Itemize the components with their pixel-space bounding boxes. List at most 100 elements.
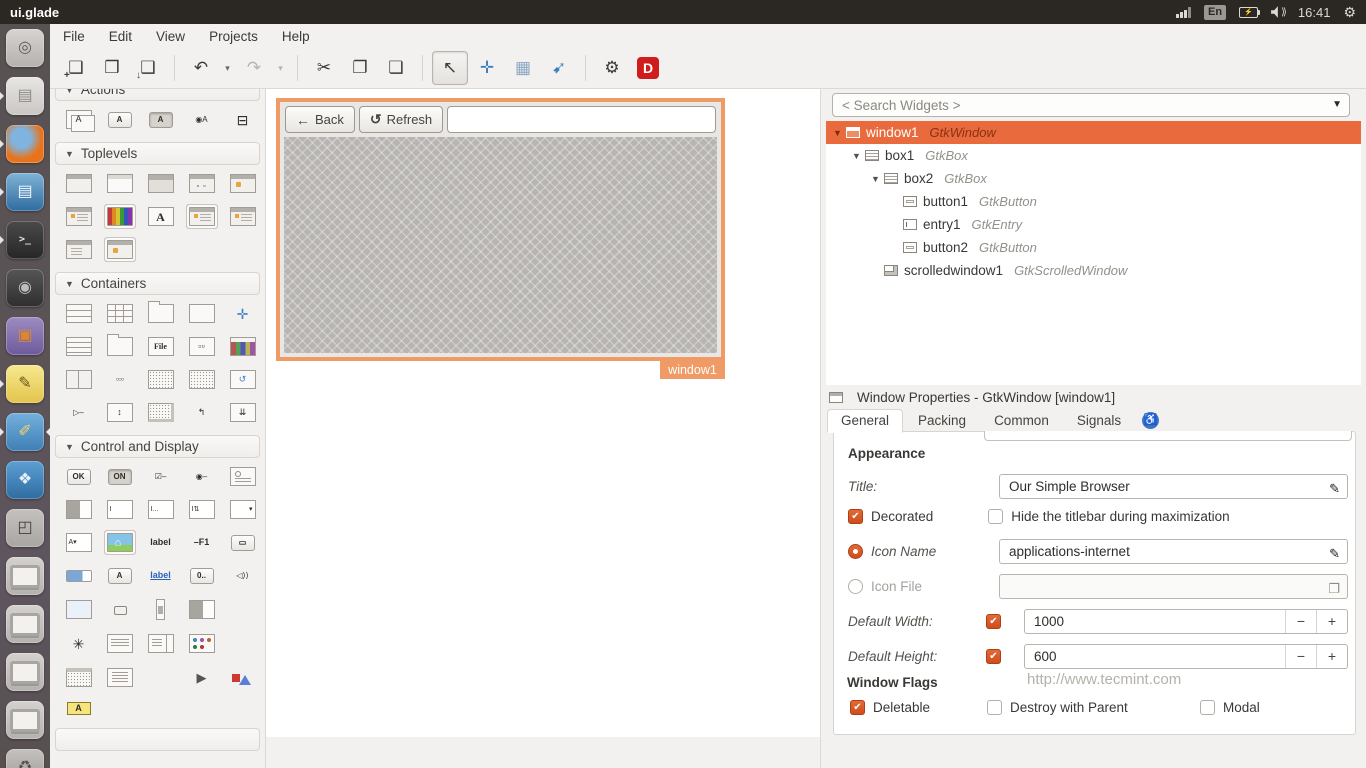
palette-item[interactable] (66, 240, 92, 259)
default-height-spinbutton[interactable]: 600 − + (1024, 644, 1348, 669)
launcher-item-terminal[interactable]: >_ (0, 216, 50, 264)
palette-item[interactable] (148, 634, 174, 653)
palette-item[interactable] (148, 304, 174, 323)
palette-item[interactable] (66, 207, 92, 226)
deletable-checkbox[interactable] (850, 700, 865, 715)
battery-icon[interactable]: ⚡ (1239, 7, 1258, 18)
palette-item[interactable]: ▭ (231, 535, 255, 551)
palette-item[interactable]: ▷– (66, 403, 92, 422)
palette-item[interactable]: ON (108, 469, 132, 485)
palette-item[interactable]: A (108, 112, 132, 128)
menu-view[interactable]: View (156, 29, 185, 44)
menu-file[interactable]: File (63, 29, 85, 44)
designed-window[interactable]: ← Back ↺ Refresh (276, 98, 725, 361)
palette-item[interactable] (66, 337, 92, 356)
palette-item[interactable]: ◉A (189, 110, 215, 129)
palette-item[interactable] (66, 600, 92, 619)
palette-item[interactable]: File (148, 337, 174, 356)
launcher-item-dash-home[interactable]: ◎ (0, 24, 50, 72)
launcher-item-firefox[interactable] (0, 120, 50, 168)
toolbar-edit-alignment-button[interactable]: ➹ (542, 52, 576, 84)
palette-item[interactable] (189, 634, 215, 653)
toolbar-cut-button[interactable]: ✂ (307, 52, 341, 84)
default-width-spinbutton[interactable]: 1000 − + (1024, 609, 1348, 634)
expander-icon[interactable]: ▼ (849, 151, 864, 161)
palette-item[interactable] (148, 403, 174, 422)
palette-section-containers[interactable]: ▼Containers (55, 272, 260, 295)
toolbar-devhelp-button[interactable]: D (631, 52, 665, 84)
tree-row-box2[interactable]: ▼box2GtkBox (826, 167, 1361, 190)
palette-item[interactable] (189, 304, 215, 323)
palette-item[interactable]: I... (148, 500, 174, 519)
increment-button[interactable]: + (1316, 610, 1347, 633)
palette-item[interactable] (107, 207, 133, 226)
palette-item[interactable] (189, 370, 215, 389)
palette-item[interactable]: ✳ (66, 634, 92, 653)
palette-item[interactable]: I⇅ (189, 500, 215, 519)
decrement-button[interactable]: − (1285, 645, 1316, 668)
tab-signals[interactable]: Signals (1064, 410, 1134, 432)
palette-item[interactable] (117, 599, 122, 620)
tree-row-button1[interactable]: button1GtkButton (826, 190, 1361, 213)
palette-item[interactable] (107, 174, 133, 193)
palette-item[interactable] (189, 207, 215, 226)
edit-pencil-icon[interactable]: ✎ (1329, 542, 1340, 565)
palette-item[interactable]: ◁⟩⟩ (230, 566, 256, 585)
toolbar-paste-button[interactable]: ❏ (379, 52, 413, 84)
palette-item[interactable] (148, 370, 174, 389)
tree-row-entry1[interactable]: entry1GtkEntry (826, 213, 1361, 236)
hide-titlebar-checkbox[interactable] (988, 509, 1003, 524)
palette-item[interactable] (107, 240, 133, 259)
designed-scrolledwindow-placeholder[interactable] (284, 137, 717, 353)
designed-refresh-button[interactable]: ↺ Refresh (359, 106, 443, 133)
default-width-checkbox[interactable] (986, 614, 1001, 629)
icon-file-radio[interactable] (848, 579, 863, 594)
palette-item[interactable]: ▫▫ (189, 337, 215, 356)
palette-item[interactable] (66, 370, 92, 389)
palette-item[interactable]: ⇊ (230, 403, 256, 422)
launcher-item-software-center[interactable]: ▣ (0, 312, 50, 360)
modal-checkbox[interactable] (1200, 700, 1215, 715)
palette-item[interactable]: ↕ (107, 403, 133, 422)
palette-section-actions[interactable]: ▼Actions (55, 89, 260, 101)
palette-item[interactable] (66, 500, 92, 519)
palette-item[interactable] (107, 337, 133, 356)
palette-item[interactable]: label (148, 533, 174, 552)
decorated-checkbox[interactable] (848, 509, 863, 524)
file-browse-icon[interactable]: ❐ (1328, 577, 1340, 600)
palette-section-control-and-display[interactable]: ▼Control and Display (55, 435, 260, 458)
palette-item[interactable]: I (107, 500, 133, 519)
default-height-checkbox[interactable] (986, 649, 1001, 664)
menu-edit[interactable]: Edit (109, 29, 132, 44)
palette-item[interactable] (189, 600, 215, 619)
designed-url-entry[interactable] (447, 106, 716, 133)
palette-item[interactable]: A▾ (66, 533, 92, 552)
launcher-item-notes[interactable]: ✎ (0, 360, 50, 408)
increment-button[interactable]: + (1316, 645, 1347, 668)
palette-item[interactable]: ◉– (189, 467, 215, 486)
palette-item[interactable]: 0.. (190, 568, 214, 584)
palette-item[interactable]: ▶ (189, 668, 215, 687)
menu-help[interactable]: Help (282, 29, 310, 44)
icon-name-radio[interactable] (848, 544, 863, 559)
destroy-with-parent-checkbox[interactable] (987, 700, 1002, 715)
palette-item[interactable]: OK (67, 469, 91, 485)
toolbar-open-project-button[interactable]: ❒ (95, 52, 129, 84)
network-signal-icon[interactable] (1176, 7, 1191, 18)
tree-row-box1[interactable]: ▼box1GtkBox (826, 144, 1361, 167)
keyboard-layout-indicator[interactable]: En (1204, 5, 1226, 20)
search-combo-arrow-icon[interactable]: ▼ (1332, 99, 1342, 110)
designed-back-button[interactable]: ← Back (285, 106, 355, 133)
palette-item[interactable] (66, 174, 92, 193)
icon-name-entry[interactable]: applications-internet ✎ (999, 539, 1348, 564)
accessibility-tab-icon[interactable]: ♿ (1142, 412, 1159, 429)
palette-item[interactable] (107, 634, 133, 653)
palette-item[interactable]: –F1 (189, 533, 215, 552)
palette-item[interactable]: ↰ (189, 403, 215, 422)
volume-icon[interactable]: ⟩⟩ (1271, 6, 1285, 18)
launcher-item-media-player[interactable]: ◉ (0, 264, 50, 312)
palette-item[interactable] (230, 467, 256, 486)
search-widgets-input[interactable] (832, 93, 1350, 117)
launcher-item-workspace-switcher[interactable]: ◰ (0, 504, 50, 552)
palette-item[interactable] (230, 337, 256, 356)
